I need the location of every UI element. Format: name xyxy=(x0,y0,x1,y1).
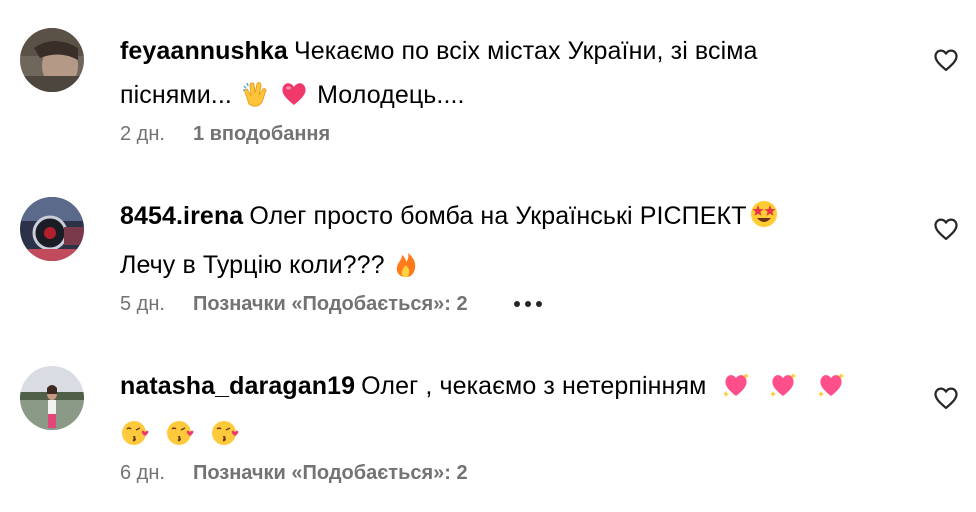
comment-username[interactable]: feyaannushka xyxy=(120,37,288,65)
comment-text-cont: Молодець.... xyxy=(317,81,465,109)
comment-meta: 2 дн. 1 вподобання xyxy=(120,120,330,148)
comment-time[interactable]: 5 дн. xyxy=(120,290,165,318)
sparkling-heart-icon xyxy=(768,369,798,413)
heart-outline-icon[interactable] xyxy=(932,215,960,243)
comment-body: natasha_daragan19 Олег , чекаємо з нетерп… xyxy=(120,364,860,462)
heart-outline-icon[interactable] xyxy=(932,384,960,412)
comment-meta: 6 дн. Позначки «Подобається»: 2 xyxy=(120,459,468,487)
avatar[interactable] xyxy=(20,366,84,430)
avatar[interactable] xyxy=(20,197,84,261)
face-blowing-kiss-icon xyxy=(120,418,150,462)
face-blowing-kiss-icon xyxy=(210,418,240,462)
pink-heart-icon xyxy=(280,78,308,122)
comment-text-cont: Лечу в Турцію коли??? xyxy=(120,251,385,279)
comment-body: feyaannushka Чекаємо по всіх містах Украї… xyxy=(120,29,860,122)
face-blowing-kiss-icon xyxy=(165,418,195,462)
more-options-icon[interactable] xyxy=(513,297,542,311)
comment-username[interactable]: 8454.irena xyxy=(120,202,243,230)
star-struck-icon xyxy=(749,199,779,243)
sparkling-heart-icon xyxy=(816,369,846,413)
fire-icon xyxy=(394,248,418,292)
comment-likes[interactable]: 1 вподобання xyxy=(193,120,330,148)
comment-likes[interactable]: Позначки «Подобається»: 2 xyxy=(193,290,468,318)
sparkling-heart-icon xyxy=(721,369,751,413)
clapping-hands-icon xyxy=(241,78,269,122)
comment-username[interactable]: natasha_daragan19 xyxy=(120,372,355,400)
avatar[interactable] xyxy=(20,28,84,92)
comment-body: 8454.irena Олег просто бомба на Українськ… xyxy=(120,194,860,292)
comment-likes[interactable]: Позначки «Подобається»: 2 xyxy=(193,459,468,487)
comment-time[interactable]: 6 дн. xyxy=(120,459,165,487)
comment-text: Олег , чекаємо з нетерпінням xyxy=(361,372,707,400)
comment-meta: 5 дн. Позначки «Подобається»: 2 xyxy=(120,290,542,318)
heart-outline-icon[interactable] xyxy=(932,46,960,74)
comment-time[interactable]: 2 дн. xyxy=(120,120,165,148)
comment-text: Олег просто бомба на Українські РІСПЕКТ xyxy=(249,202,747,230)
